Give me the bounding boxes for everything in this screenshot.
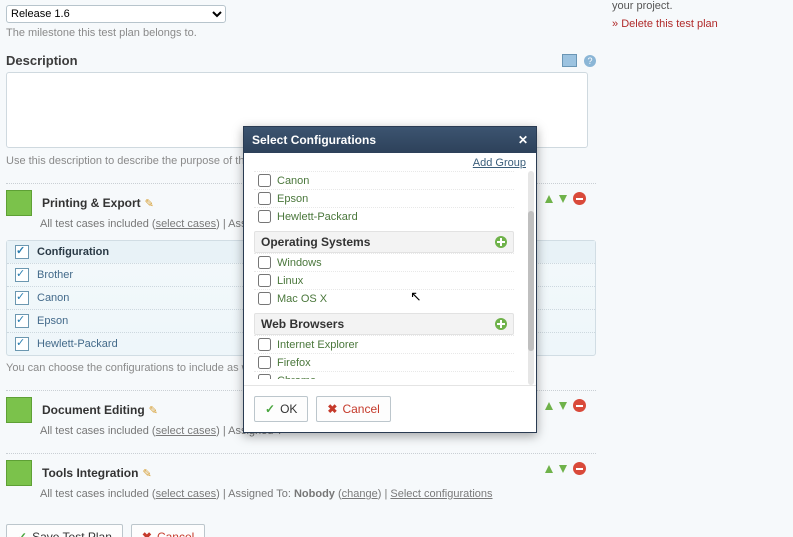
- change-assignee-link[interactable]: change: [342, 488, 378, 500]
- suite-panel-tools: Tools Integration ✎ All test cases inclu…: [6, 453, 596, 500]
- move-up-icon[interactable]: [545, 465, 553, 473]
- config-option-checkbox[interactable]: [258, 174, 271, 187]
- move-down-icon[interactable]: [559, 465, 567, 473]
- group-header-browsers: Web Browsers: [254, 313, 514, 335]
- milestone-hint: The milestone this test plan belongs to.: [6, 27, 596, 39]
- edit-icon[interactable]: ✎: [145, 197, 154, 210]
- suite-color-swatch: [6, 397, 32, 423]
- config-option-checkbox[interactable]: [258, 256, 271, 269]
- select-configurations-link[interactable]: Select configurations: [390, 488, 492, 500]
- remove-icon[interactable]: [573, 192, 586, 205]
- config-option-row[interactable]: Chrome: [254, 371, 514, 379]
- select-cases-link[interactable]: select cases: [156, 425, 217, 437]
- config-option-row[interactable]: Mac OS X: [254, 289, 514, 307]
- checkbox-icon[interactable]: [15, 268, 29, 282]
- checkbox-icon[interactable]: [15, 337, 29, 351]
- suite-title: Tools Integration: [42, 466, 138, 480]
- config-item-label: Brother: [37, 269, 73, 281]
- suite-title: Printing & Export: [42, 196, 141, 210]
- remove-icon[interactable]: [573, 399, 586, 412]
- config-option-checkbox[interactable]: [258, 356, 271, 369]
- edit-icon[interactable]: ✎: [149, 404, 158, 417]
- save-button[interactable]: ✓Save Test Plan: [6, 524, 123, 537]
- close-icon[interactable]: ✕: [518, 133, 528, 147]
- milestone-select[interactable]: Release 1.6: [6, 5, 226, 23]
- suite-subtitle: All test cases included (select cases) |…: [40, 488, 596, 500]
- config-option-row[interactable]: Canon: [254, 171, 514, 189]
- dialog-cancel-button[interactable]: ✖Cancel: [316, 396, 390, 422]
- move-up-icon[interactable]: [545, 402, 553, 410]
- ok-button[interactable]: ✓OK: [254, 396, 308, 422]
- sidebar-note: your project.: [612, 0, 792, 12]
- group-header-os: Operating Systems: [254, 231, 514, 253]
- move-up-icon[interactable]: [545, 195, 553, 203]
- config-option-checkbox[interactable]: [258, 192, 271, 205]
- config-option-checkbox[interactable]: [258, 338, 271, 351]
- config-option-row[interactable]: Hewlett-Packard: [254, 207, 514, 225]
- select-configurations-dialog: Select Configurations ✕ Add Group Canon …: [243, 126, 537, 433]
- add-option-icon[interactable]: [495, 236, 507, 248]
- suite-title: Document Editing: [42, 403, 145, 417]
- config-option-checkbox[interactable]: [258, 292, 271, 305]
- suite-color-swatch: [6, 190, 32, 216]
- select-cases-link[interactable]: select cases: [156, 488, 217, 500]
- config-item-label: Hewlett-Packard: [37, 338, 118, 350]
- config-option-row[interactable]: Linux: [254, 271, 514, 289]
- config-option-checkbox[interactable]: [258, 374, 271, 379]
- add-group-link[interactable]: Add Group: [473, 157, 526, 169]
- move-down-icon[interactable]: [559, 195, 567, 203]
- scrollbar-thumb[interactable]: [528, 211, 534, 351]
- config-option-row[interactable]: Windows: [254, 253, 514, 271]
- checkbox-icon[interactable]: [15, 245, 29, 259]
- config-option-row[interactable]: Internet Explorer: [254, 335, 514, 353]
- edit-icon[interactable]: ✎: [142, 467, 151, 480]
- delete-test-plan-link[interactable]: Delete this test plan: [612, 18, 718, 30]
- checkbox-icon[interactable]: [15, 314, 29, 328]
- help-icon[interactable]: ?: [584, 55, 596, 67]
- config-option-checkbox[interactable]: [258, 210, 271, 223]
- remove-icon[interactable]: [573, 462, 586, 475]
- cancel-button[interactable]: ✖Cancel: [131, 524, 205, 537]
- config-option-row[interactable]: Firefox: [254, 353, 514, 371]
- checkbox-icon[interactable]: [15, 291, 29, 305]
- add-option-icon[interactable]: [495, 318, 507, 330]
- move-down-icon[interactable]: [559, 402, 567, 410]
- dialog-title: Select Configurations: [252, 133, 376, 147]
- description-label: Description: [6, 53, 78, 68]
- config-item-label: Canon: [37, 292, 69, 304]
- config-item-label: Epson: [37, 315, 68, 327]
- config-option-checkbox[interactable]: [258, 274, 271, 287]
- config-header-label: Configuration: [37, 246, 109, 258]
- select-cases-link[interactable]: select cases: [156, 218, 217, 230]
- dialog-scroll-area: Canon Epson Hewlett-Packard Operating Sy…: [254, 171, 526, 379]
- suite-color-swatch: [6, 460, 32, 486]
- config-option-row[interactable]: Epson: [254, 189, 514, 207]
- image-icon[interactable]: [562, 54, 577, 67]
